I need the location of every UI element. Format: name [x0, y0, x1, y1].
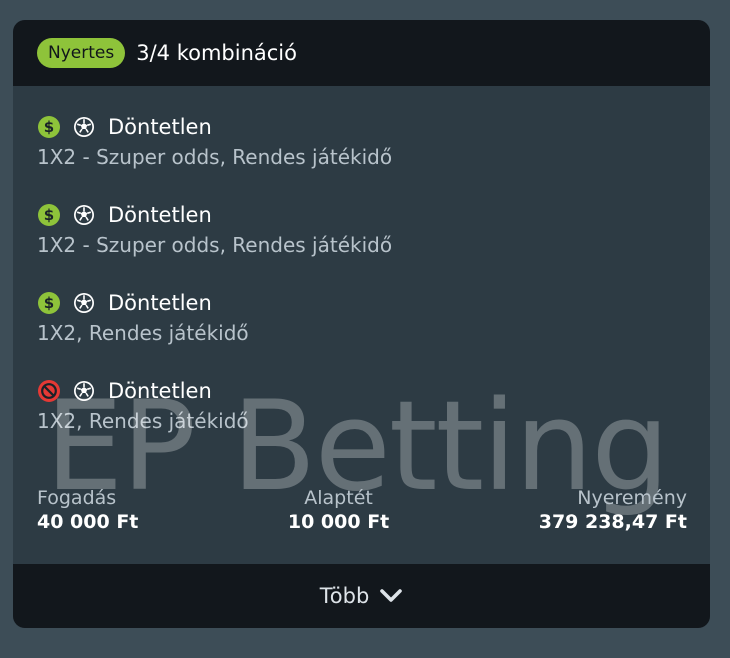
stake-total: Fogadás 40 000 Ft — [37, 487, 138, 533]
more-label: Több — [319, 584, 370, 608]
svg-text:$: $ — [44, 118, 54, 136]
dollar-icon: $ — [37, 203, 61, 227]
winnings-value: 379 238,47 Ft — [538, 511, 687, 533]
svg-text:$: $ — [44, 206, 54, 224]
bet-totals: Fogadás 40 000 Ft Alaptét 10 000 Ft Nyer… — [37, 487, 687, 533]
bet-leg: $ Döntetlen 1X2 - Szuper odds, Rendes já… — [37, 113, 687, 201]
svg-text:$: $ — [44, 294, 54, 312]
leg-selection: Döntetlen — [108, 379, 212, 403]
bet-card-header: Nyertes 3/4 kombináció — [13, 20, 710, 86]
dollar-icon: $ — [37, 291, 61, 315]
leg-selection: Döntetlen — [108, 203, 212, 227]
unit-stake-value: 10 000 Ft — [287, 511, 390, 533]
bet-legs: $ Döntetlen 1X2 - Szuper odds, Rendes já… — [37, 113, 687, 465]
winnings-label: Nyeremény — [577, 487, 687, 509]
stake-label: Fogadás — [37, 487, 117, 509]
prohibited-dollar-icon — [37, 379, 61, 403]
more-button[interactable]: Több — [13, 564, 710, 628]
soccer-ball-icon — [72, 203, 96, 227]
soccer-ball-icon — [72, 379, 96, 403]
winnings-total: Nyeremény 379 238,47 Ft — [539, 487, 687, 533]
leg-market: 1X2, Rendes játékidő — [37, 321, 249, 345]
stake-value: 40 000 Ft — [37, 511, 139, 533]
chevron-down-icon — [379, 588, 403, 604]
soccer-ball-icon — [72, 115, 96, 139]
leg-market: 1X2 - Szuper odds, Rendes játékidő — [37, 233, 393, 257]
bet-leg: $ Döntetlen 1X2 - Szuper odds, Rendes já… — [37, 201, 687, 289]
soccer-ball-icon — [72, 291, 96, 315]
unit-stake-total: Alaptét 10 000 Ft — [288, 487, 389, 533]
bet-leg: $ Döntetlen 1X2, Rendes játékidő — [37, 289, 687, 377]
leg-market: 1X2 - Szuper odds, Rendes játékidő — [37, 145, 393, 169]
bet-leg: Döntetlen 1X2, Rendes játékidő — [37, 377, 687, 465]
bet-type-title: 3/4 kombináció — [136, 41, 297, 65]
leg-selection: Döntetlen — [108, 291, 212, 315]
bet-card: Nyertes 3/4 kombináció $ Döntetlen 1X2 -… — [13, 20, 710, 628]
leg-selection: Döntetlen — [108, 115, 212, 139]
dollar-icon: $ — [37, 115, 61, 139]
unit-stake-label: Alaptét — [304, 487, 373, 509]
leg-market: 1X2, Rendes játékidő — [37, 409, 249, 433]
status-badge: Nyertes — [37, 38, 126, 68]
